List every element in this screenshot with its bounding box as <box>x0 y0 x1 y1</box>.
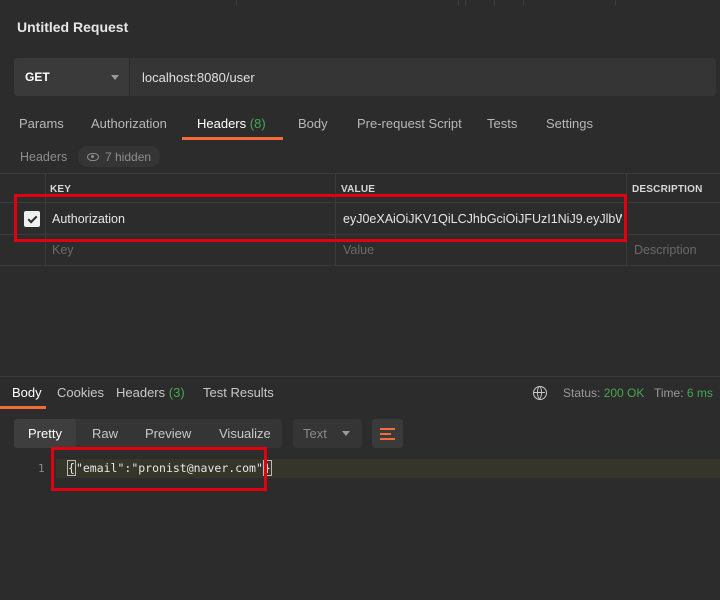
close-brace: } <box>262 460 272 476</box>
eye-icon <box>87 152 99 161</box>
response-tab-cookies[interactable]: Cookies <box>57 385 104 400</box>
new-key-input[interactable]: Key <box>52 235 332 265</box>
view-mode-bar: Pretty Raw Preview Visualize <box>14 419 282 448</box>
view-raw-button[interactable]: Raw <box>92 426 118 441</box>
url-bar: GET localhost:8080/user <box>14 58 716 96</box>
response-divider[interactable] <box>0 376 720 377</box>
column-divider <box>335 173 336 266</box>
response-tab-test-results[interactable]: Test Results <box>203 385 274 400</box>
header-value-input[interactable]: eyJ0eXAiOiJKV1QiLCJhbGciOiJFUzI1NiJ9.eyJ… <box>343 203 622 234</box>
tab-divider <box>236 0 237 6</box>
view-pretty-button[interactable]: Pretty <box>28 426 62 441</box>
chevron-down-icon <box>342 431 350 436</box>
response-body-code[interactable]: {"email":"pronist@naver.com"} <box>67 460 272 476</box>
header-description-input[interactable] <box>634 203 718 234</box>
new-value-input[interactable]: Value <box>343 235 622 265</box>
column-header-description: DESCRIPTION <box>632 184 703 195</box>
time-value: 6 ms <box>686 386 713 400</box>
column-divider <box>45 173 46 266</box>
active-tab-indicator <box>0 406 46 409</box>
chevron-down-icon <box>111 74 119 80</box>
response-status[interactable]: Status: 200 OK <box>563 386 644 400</box>
tab-label: Settings <box>546 116 593 131</box>
hidden-count: 7 hidden <box>105 149 152 164</box>
time-label: Time: <box>654 386 684 400</box>
line-number: 1 <box>38 462 45 475</box>
table-row-empty: Key Value Description <box>0 235 720 266</box>
tab-pre-request-script[interactable]: Pre-request Script <box>357 116 462 131</box>
format-select[interactable]: Text <box>293 419 362 448</box>
view-visualize-button[interactable]: Visualize <box>219 426 271 441</box>
column-divider <box>626 173 627 266</box>
response-tab-headers[interactable]: Headers (3) <box>116 385 185 400</box>
method-label: GET <box>25 70 50 84</box>
open-brace: { <box>67 460 76 476</box>
header-enabled-checkbox[interactable] <box>24 211 40 227</box>
url-input[interactable]: localhost:8080/user <box>130 58 716 96</box>
tab-divider <box>615 0 616 6</box>
view-preview-button[interactable]: Preview <box>145 426 191 441</box>
tab-divider <box>523 0 524 6</box>
tab-label: Test Results <box>203 385 274 400</box>
tab-label: Pre-request Script <box>357 116 462 131</box>
wrap-lines-button[interactable] <box>372 419 403 448</box>
tab-label: Headers <box>197 116 247 131</box>
response-time[interactable]: Time: 6 ms <box>654 386 713 400</box>
tab-body[interactable]: Body <box>298 116 328 131</box>
tab-label: Authorization <box>91 116 167 131</box>
tab-label: Body <box>298 116 328 131</box>
tab-label: Headers <box>116 385 166 400</box>
tab-divider <box>458 0 459 6</box>
column-header-key: KEY <box>50 184 72 195</box>
format-label: Text <box>303 426 327 441</box>
tab-tests[interactable]: Tests <box>487 116 517 131</box>
header-key-input[interactable]: Authorization <box>52 203 332 234</box>
tab-divider <box>494 0 495 6</box>
wrap-icon <box>380 438 395 440</box>
tab-count-badge: (3) <box>168 385 185 400</box>
globe-icon[interactable] <box>533 386 547 400</box>
method-select[interactable]: GET <box>14 58 129 96</box>
wrap-icon <box>380 433 391 435</box>
top-tab-strip <box>0 0 720 6</box>
code-content: "email":"pronist@naver.com" <box>75 461 263 475</box>
tab-headers[interactable]: Headers (8) <box>197 116 266 131</box>
check-icon <box>27 213 37 223</box>
tab-label: Cookies <box>57 385 104 400</box>
request-tabs: Params Authorization Headers (8) Body Pr… <box>0 110 720 140</box>
active-tab-indicator <box>182 137 283 140</box>
hidden-headers-toggle[interactable]: 7 hidden <box>78 146 160 167</box>
tab-label: Tests <box>487 116 518 131</box>
tab-authorization[interactable]: Authorization <box>91 116 167 131</box>
table-row: Authorization eyJ0eXAiOiJKV1QiLCJhbGciOi… <box>0 203 720 235</box>
wrap-icon <box>380 428 395 430</box>
tab-settings[interactable]: Settings <box>546 116 593 131</box>
tab-label: Body <box>12 385 42 400</box>
tab-count-badge: (8) <box>249 116 266 131</box>
new-description-input[interactable]: Description <box>634 235 718 265</box>
headers-section-label: Headers <box>20 150 68 164</box>
status-value: 200 OK <box>603 386 645 400</box>
column-header-value: VALUE <box>341 184 376 195</box>
tab-divider <box>465 0 466 6</box>
table-header-row: KEY VALUE DESCRIPTION <box>0 173 720 203</box>
tab-label: Params <box>19 116 64 131</box>
tab-params[interactable]: Params <box>19 116 64 131</box>
status-label: Status: <box>563 386 601 400</box>
request-title[interactable]: Untitled Request <box>17 19 128 35</box>
response-tab-body[interactable]: Body <box>12 385 42 400</box>
